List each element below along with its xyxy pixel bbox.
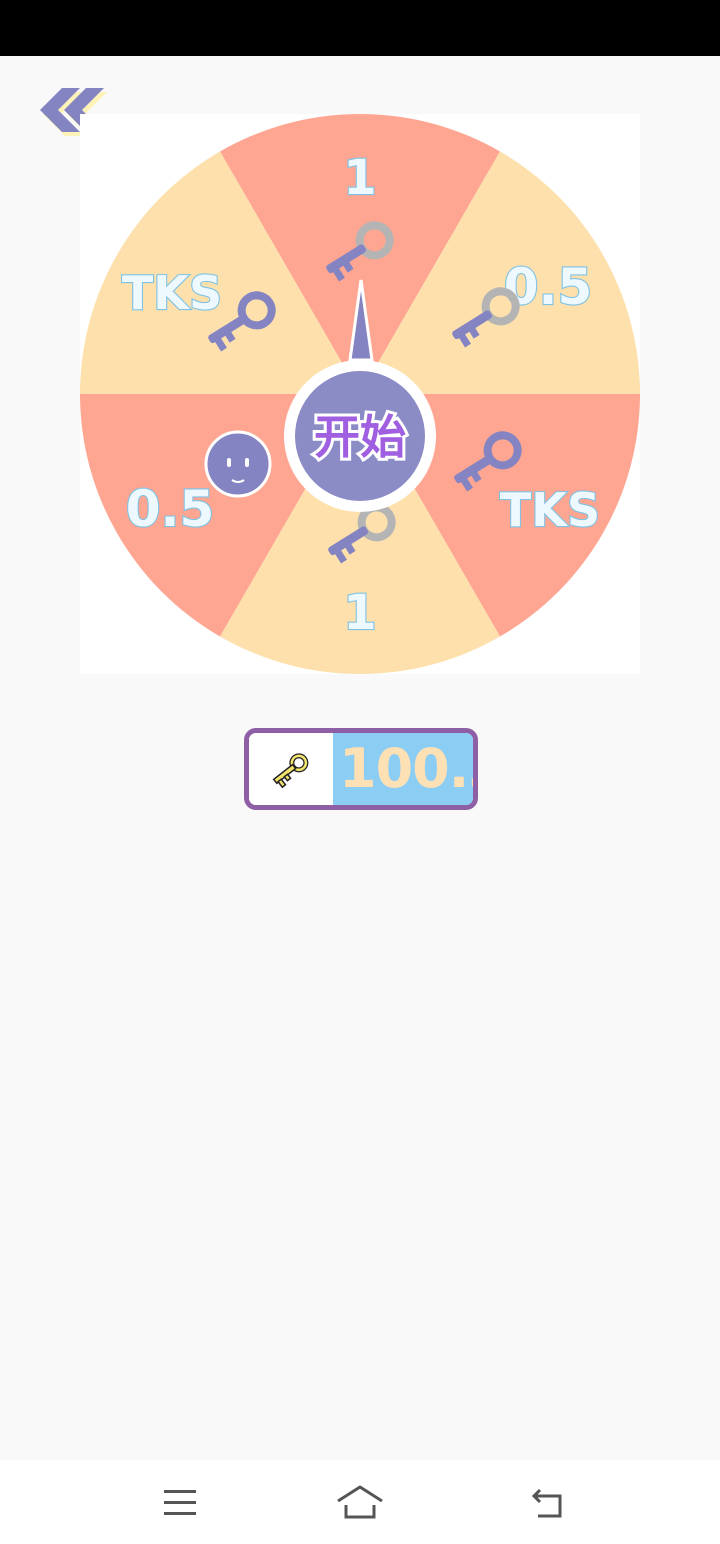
balance-value: 100.3 [333,733,473,805]
navigation-bar [0,1460,720,1544]
key-icon [272,753,309,789]
start-button[interactable]: 开始 [284,360,436,512]
key-balance: 100.3 [244,728,478,810]
home-icon [337,1485,383,1519]
menu-icon [164,1490,196,1515]
menu-button[interactable] [150,1480,210,1524]
back-icon [531,1488,562,1518]
balance-key-box [249,733,333,805]
status-bar [0,0,720,56]
start-label: 开始 [314,410,406,464]
smiley-face-icon [204,430,272,498]
segment-label: TKS [122,266,222,320]
home-button[interactable] [330,1480,390,1524]
prize-wheel: 1 0.5 TKS 1 0.5 TKS 开始 [80,114,640,674]
back-nav-button[interactable] [518,1480,578,1524]
segment-label: 1 [343,585,376,641]
segment-label: 0.5 [126,480,215,538]
segment-label: TKS [500,483,600,537]
segment-label: 1 [343,150,376,206]
